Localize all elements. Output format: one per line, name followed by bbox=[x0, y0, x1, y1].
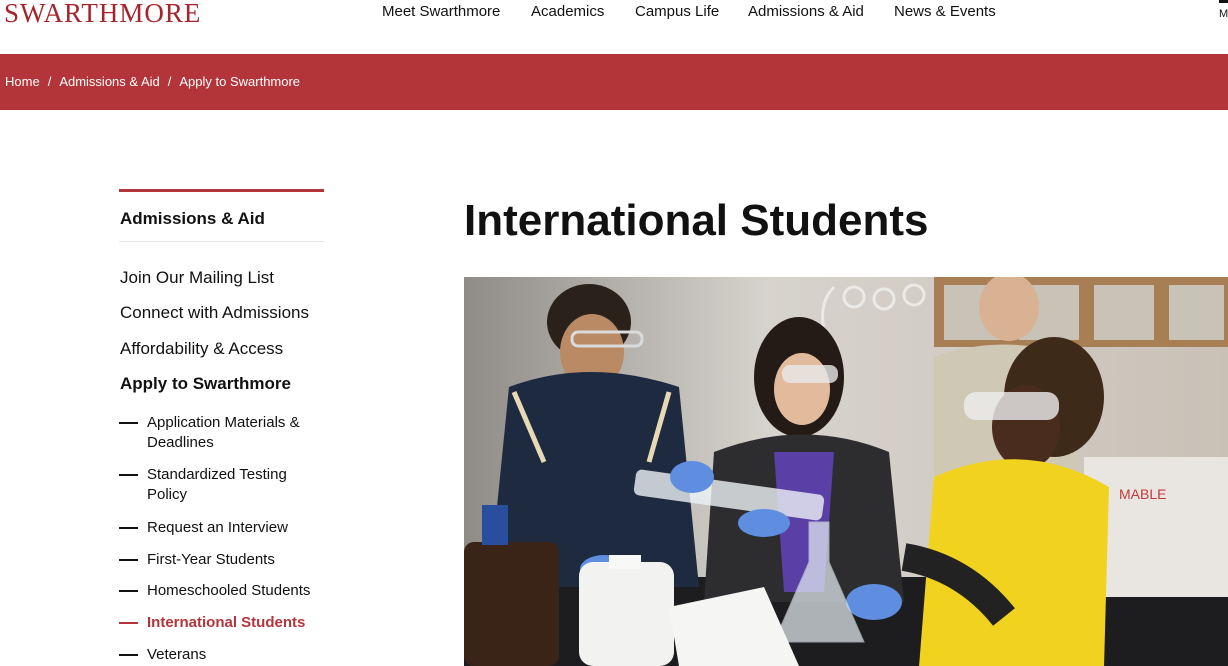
sidebar-item-affordability[interactable]: Affordability & Access bbox=[120, 339, 283, 359]
nav-academics[interactable]: Academics bbox=[531, 4, 604, 20]
dash-icon bbox=[119, 474, 138, 476]
menu-label: M bbox=[1219, 8, 1228, 20]
nav-news-events[interactable]: News & Events bbox=[894, 4, 996, 20]
sidebar-item-mailing-list[interactable]: Join Our Mailing List bbox=[120, 268, 274, 288]
dash-icon bbox=[119, 422, 138, 424]
subnav-label: First-Year Students bbox=[147, 551, 275, 568]
menu-button[interactable]: M bbox=[1219, 0, 1228, 22]
subnav-label: Application Materials & Deadlines bbox=[147, 414, 300, 451]
swarthmore-logo[interactable]: SWARTHMORE bbox=[4, 0, 201, 28]
svg-text:MABLE: MABLE bbox=[1119, 486, 1166, 502]
subnav-label: International Students bbox=[147, 614, 306, 631]
sidebar-item-connect[interactable]: Connect with Admissions bbox=[120, 303, 309, 323]
nav-admissions-aid[interactable]: Admissions & Aid bbox=[748, 4, 864, 20]
dash-icon bbox=[119, 622, 138, 624]
sidebar-item-apply[interactable]: Apply to Swarthmore bbox=[120, 374, 291, 394]
dash-icon bbox=[119, 654, 138, 656]
dash-icon bbox=[119, 559, 138, 561]
breadcrumb-separator: / bbox=[167, 74, 172, 89]
breadcrumb-separator: / bbox=[47, 74, 52, 89]
sidebar-heading[interactable]: Admissions & Aid bbox=[119, 192, 324, 242]
subnav-label: Request an Interview bbox=[147, 519, 288, 536]
breadcrumb: Home / Admissions & Aid / Apply to Swarthmor… bbox=[5, 74, 300, 89]
sidebar: Admissions & Aid Join Our Mailing List C… bbox=[119, 189, 324, 663]
subnav-label: Standardized Testing Policy bbox=[147, 466, 287, 503]
page-title: International Students bbox=[464, 196, 929, 245]
lab-students-illustration: MABLE bbox=[464, 277, 1228, 666]
dash-icon bbox=[119, 527, 138, 529]
subnav-label: Homeschooled Students bbox=[147, 582, 311, 599]
subnav-label: Veterans bbox=[147, 646, 207, 663]
breadcrumb-home[interactable]: Home bbox=[5, 74, 40, 89]
breadcrumb-bar: Home / Admissions & Aid / Apply to Swarthmor… bbox=[0, 54, 1228, 110]
breadcrumb-admissions-aid[interactable]: Admissions & Aid bbox=[59, 74, 159, 89]
nav-campus-life[interactable]: Campus Life bbox=[635, 4, 719, 20]
nav-meet-swarthmore[interactable]: Meet Swarthmore bbox=[382, 4, 500, 20]
breadcrumb-apply[interactable]: Apply to Swarthmore bbox=[179, 74, 300, 89]
dash-icon bbox=[119, 590, 138, 592]
hero-photo: MABLE bbox=[464, 277, 1228, 666]
